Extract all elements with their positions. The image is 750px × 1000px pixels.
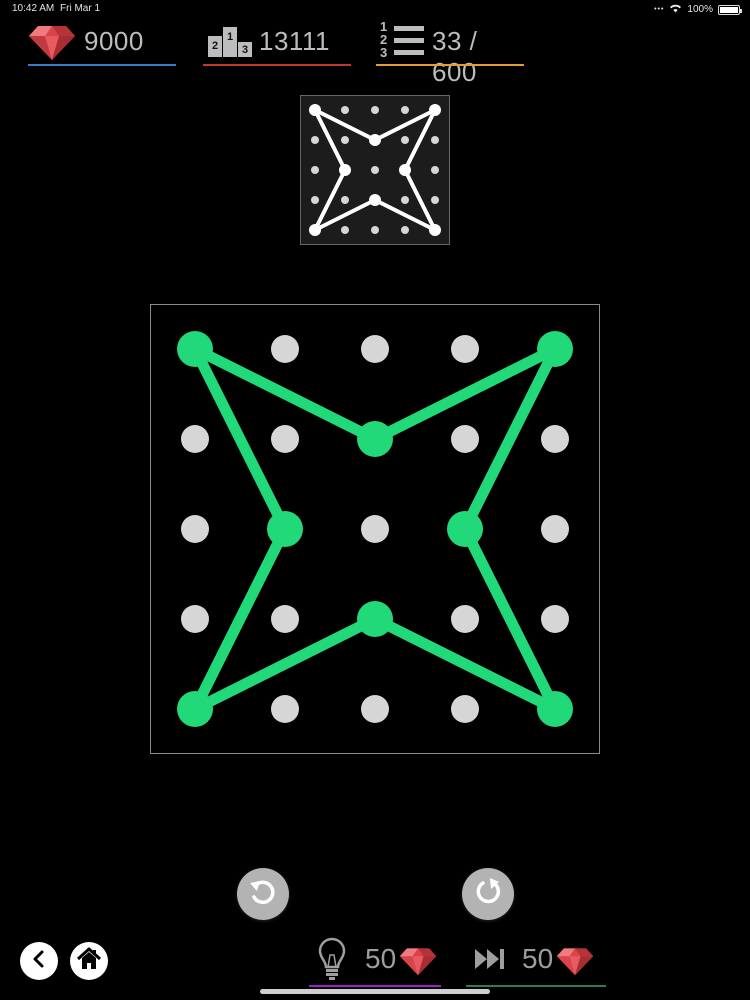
gems-underline xyxy=(28,64,176,66)
home-indicator[interactable] xyxy=(260,989,490,994)
board-dot[interactable] xyxy=(451,695,479,723)
board-connected-dot[interactable] xyxy=(357,421,393,457)
home-button[interactable] xyxy=(70,942,108,980)
level-underline xyxy=(376,64,524,66)
board-dot[interactable] xyxy=(361,695,389,723)
skip-button[interactable]: 50 xyxy=(466,935,606,987)
board-connected-dot[interactable] xyxy=(447,511,483,547)
preview-dot xyxy=(371,106,379,114)
board-dot[interactable] xyxy=(181,605,209,633)
board-dot[interactable] xyxy=(271,335,299,363)
preview-dot xyxy=(401,196,409,204)
level-progress: 33 / 600 xyxy=(432,26,478,87)
preview-dot xyxy=(341,196,349,204)
score-underline xyxy=(203,64,351,66)
preview-dot xyxy=(311,166,319,174)
preview-dot xyxy=(311,196,319,204)
dot-grid[interactable] xyxy=(151,305,599,753)
reset-icon xyxy=(471,875,505,914)
preview-dot xyxy=(341,226,349,234)
skip-cost: 50 xyxy=(522,943,554,974)
gems-stat: 9000 xyxy=(28,18,176,66)
hint-cost: 50 xyxy=(365,943,397,974)
preview-dot xyxy=(341,136,349,144)
hint-button[interactable]: 50 xyxy=(309,935,441,987)
preview-connected-dot xyxy=(399,164,411,176)
back-button[interactable] xyxy=(20,942,58,980)
score-value: 13111 xyxy=(259,26,330,56)
board-dot[interactable] xyxy=(451,605,479,633)
board-connected-dot[interactable] xyxy=(537,691,573,727)
preview-grid xyxy=(309,104,441,236)
board-dot[interactable] xyxy=(271,425,299,453)
preview-dot xyxy=(311,136,319,144)
board-connected-dot[interactable] xyxy=(357,601,393,637)
signal-dots-icon: ••• xyxy=(654,6,665,13)
preview-dot xyxy=(371,166,379,174)
home-icon xyxy=(76,947,102,976)
wifi-icon xyxy=(669,3,682,16)
undo-icon xyxy=(246,875,280,914)
status-bar: 10:42 AM Fri Mar 1 ••• 100% xyxy=(0,0,750,18)
board-connected-dot[interactable] xyxy=(537,331,573,367)
preview-connected-dot xyxy=(309,104,321,116)
battery-icon xyxy=(718,4,742,15)
fast-forward-icon xyxy=(474,947,506,976)
podium-label-3: 3 xyxy=(242,44,249,56)
preview-connected-dot xyxy=(339,164,351,176)
game-board[interactable] xyxy=(150,304,600,754)
board-connected-dot[interactable] xyxy=(267,511,303,547)
preview-dot xyxy=(371,226,379,234)
board-connected-dot[interactable] xyxy=(177,691,213,727)
preview-dot xyxy=(401,226,409,234)
podium-label-1: 1 xyxy=(227,31,234,43)
status-time: 10:42 AM xyxy=(12,3,55,14)
preview-dot xyxy=(341,106,349,114)
preview-dot xyxy=(431,166,439,174)
gem-icon xyxy=(556,945,594,982)
preview-connected-dot xyxy=(369,134,381,146)
preview-connected-dot xyxy=(369,194,381,206)
gems-count: 9000 xyxy=(84,26,144,56)
board-dot[interactable] xyxy=(271,695,299,723)
preview-dot xyxy=(431,196,439,204)
preview-connected-dot xyxy=(429,224,441,236)
hint-underline xyxy=(309,985,441,987)
score-stat: 2 1 3 13111 xyxy=(203,18,351,66)
board-dot[interactable] xyxy=(361,515,389,543)
board-dot[interactable] xyxy=(271,605,299,633)
preview-dot xyxy=(401,136,409,144)
numbered-list-icon: 1 2 3 xyxy=(378,19,428,62)
podium-label-2: 2 xyxy=(212,40,219,52)
lightbulb-icon xyxy=(317,937,347,986)
preview-dot xyxy=(401,106,409,114)
status-date: Fri Mar 1 xyxy=(60,3,100,14)
level-stat: 1 2 3 33 / 600 xyxy=(376,18,524,87)
preview-connected-dot xyxy=(429,104,441,116)
undo-button[interactable] xyxy=(237,868,289,920)
gem-icon xyxy=(399,945,437,982)
preview-dot xyxy=(431,136,439,144)
battery-percent: 100% xyxy=(687,4,713,15)
skip-underline xyxy=(466,985,606,987)
board-dot[interactable] xyxy=(181,515,209,543)
chevron-left-icon xyxy=(29,949,49,974)
reset-button[interactable] xyxy=(462,868,514,920)
board-dot[interactable] xyxy=(541,605,569,633)
board-dot[interactable] xyxy=(451,425,479,453)
board-dot[interactable] xyxy=(451,335,479,363)
preview-connected-dot xyxy=(309,224,321,236)
status-indicators: ••• 100% xyxy=(654,3,742,16)
board-dot[interactable] xyxy=(541,515,569,543)
gem-icon xyxy=(28,22,76,67)
target-shape-preview xyxy=(300,95,450,245)
board-dot[interactable] xyxy=(541,425,569,453)
board-connected-dot[interactable] xyxy=(177,331,213,367)
board-dot[interactable] xyxy=(181,425,209,453)
board-dot[interactable] xyxy=(361,335,389,363)
